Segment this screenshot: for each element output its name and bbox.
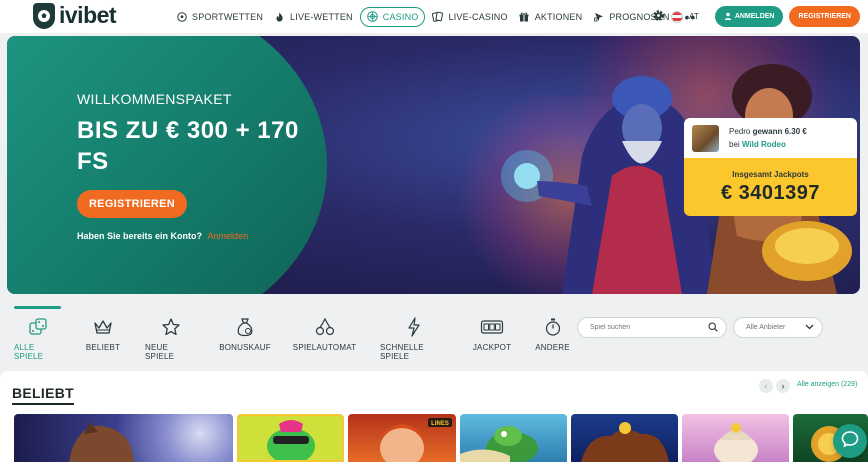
roulette-icon: [366, 11, 378, 22]
nav-sportwetten[interactable]: SPORTWETTEN: [172, 7, 267, 27]
austria-flag-icon[interactable]: [671, 10, 684, 23]
category-label: BONUSKAUF: [219, 343, 271, 352]
money-bag-icon: [236, 317, 254, 337]
cherries-icon: [315, 317, 335, 337]
main-nav: SPORTWETTEN LIVE-WETTEN CASINO LIVE-CASI…: [172, 0, 696, 33]
register-button[interactable]: REGISTRIEREN: [789, 6, 860, 27]
game-thumbnail: [692, 124, 719, 152]
jackpot-value: € 3401397: [720, 182, 821, 204]
category-neue-spiele[interactable]: NEUE SPIELE: [145, 317, 197, 361]
search-input[interactable]: [590, 324, 708, 331]
gift-icon: [519, 11, 530, 22]
chevron-right-icon[interactable]: ›: [776, 379, 790, 393]
game-tile[interactable]: [237, 414, 344, 462]
soccer-ball-icon: [176, 11, 187, 22]
slot-machine-icon: [480, 317, 504, 337]
dice-icon: [28, 317, 48, 337]
category-jackpot[interactable]: JACKPOT: [472, 317, 512, 352]
lightning-icon: [407, 317, 421, 337]
hero-login-prompt: Haben Sie bereits ein Konto? Anmelden: [77, 231, 248, 241]
category-schnelle-spiele[interactable]: SCHNELLE SPIELE: [380, 317, 447, 361]
category-andere[interactable]: ANDERE: [535, 317, 570, 352]
nav-label: CASINO: [382, 11, 419, 22]
register-label: REGISTRIEREN: [798, 13, 851, 20]
game-tile[interactable]: [682, 414, 789, 462]
nav-label: LIVE-CASINO: [448, 11, 508, 22]
login-button[interactable]: ANMELDEN: [714, 6, 784, 27]
winner-game-link[interactable]: Wild Rodeo: [742, 140, 786, 149]
active-category-indicator: [14, 306, 61, 309]
winner-amount: gewann 6.30 €: [752, 127, 807, 136]
game-tile[interactable]: LINES: [348, 414, 456, 462]
login-question: Haben Sie bereits ein Konto?: [77, 231, 203, 241]
category-label: JACKPOT: [472, 343, 512, 352]
category-label: SPIELAUTOMAT: [292, 343, 357, 352]
show-all-link[interactable]: Alle anzeigen (229): [797, 381, 857, 388]
cursor-icon: [593, 11, 604, 22]
recent-winner-card[interactable]: Pedro gewann 6.30 € bei Wild Rodeo: [684, 118, 857, 158]
jackpot-label: Insgesamt Jackpots: [732, 170, 809, 179]
cards-icon: [432, 11, 444, 22]
hero-register-button[interactable]: REGISTRIEREN: [77, 190, 187, 218]
nav-live-wetten[interactable]: LIVE-WETTEN: [270, 7, 357, 27]
carousel-arrows: ‹ ›: [759, 379, 790, 393]
game-tile[interactable]: [14, 414, 233, 462]
category-bonuskauf[interactable]: BONUSKAUF: [219, 317, 271, 352]
game-tile[interactable]: [460, 414, 567, 462]
nav-label: LIVE-WETTEN: [290, 11, 353, 22]
language-code[interactable]: AT: [689, 12, 699, 21]
chat-bubble-icon: [841, 430, 859, 453]
nav-live-casino[interactable]: LIVE-CASINO: [428, 7, 511, 27]
provider-selected: Alle Anbieter: [746, 324, 786, 331]
nav-label: SPORTWETTEN: [192, 11, 264, 22]
fire-icon: [274, 11, 285, 22]
logo-ball-icon: [33, 2, 55, 29]
hero-login-link[interactable]: Anmelden: [208, 231, 249, 241]
hero-title: BIS ZU € 300 + 170 FS: [77, 117, 299, 175]
category-label: BELIEBT: [85, 343, 121, 352]
nav-label: AKTIONEN: [534, 11, 583, 22]
provider-select[interactable]: Alle Anbieter: [733, 317, 823, 338]
category-label: ALLE SPIELE: [14, 343, 44, 361]
category-label: SCHNELLE SPIELE: [380, 343, 424, 361]
hero-register-label: REGISTRIEREN: [88, 198, 176, 210]
user-icon: [724, 12, 732, 22]
svg-text:LINES: LINES: [431, 421, 449, 427]
logo-text: ivibet: [59, 2, 117, 28]
category-beliebt[interactable]: BELIEBT: [84, 317, 122, 352]
category-alle-spiele[interactable]: ALLE SPIELE: [14, 317, 61, 361]
category-label: ANDERE: [535, 343, 570, 352]
crown-icon: [93, 317, 113, 337]
jackpot-card: Insgesamt Jackpots € 3401397: [684, 158, 857, 216]
category-spielautomat[interactable]: SPIELAUTOMAT: [292, 317, 357, 352]
game-tile[interactable]: [571, 414, 678, 462]
top-header: ivibet SPORTWETTEN LIVE-WETTEN CASINO LI…: [0, 0, 868, 33]
login-label: ANMELDEN: [734, 13, 775, 20]
winner-at: bei: [729, 140, 740, 149]
nav-aktionen[interactable]: AKTIONEN: [515, 7, 587, 27]
star-icon: [161, 317, 181, 337]
chevron-left-icon[interactable]: ‹: [759, 379, 773, 393]
nav-casino[interactable]: CASINO: [359, 6, 426, 27]
search-icon[interactable]: [708, 319, 718, 337]
game-search-field[interactable]: [577, 317, 727, 338]
ivibet-logo[interactable]: ivibet: [33, 2, 117, 29]
hero-subtitle: WILLKOMMENSPAKET: [77, 91, 232, 107]
winner-text: Pedro gewann 6.30 € bei Wild Rodeo: [729, 125, 807, 151]
chevron-down-icon: [805, 324, 814, 332]
category-label: NEUE SPIELE: [145, 343, 175, 361]
gear-icon[interactable]: [652, 9, 665, 25]
stopwatch-icon: [544, 317, 562, 337]
popular-games-section: BELIEBT ‹ › Alle anzeigen (229) LINES: [0, 371, 868, 462]
header-actions: AT ANMELDEN REGISTRIEREN: [652, 0, 860, 33]
winner-name: Pedro: [729, 127, 751, 136]
section-title: BELIEBT: [12, 385, 74, 405]
live-chat-button[interactable]: [833, 424, 867, 458]
